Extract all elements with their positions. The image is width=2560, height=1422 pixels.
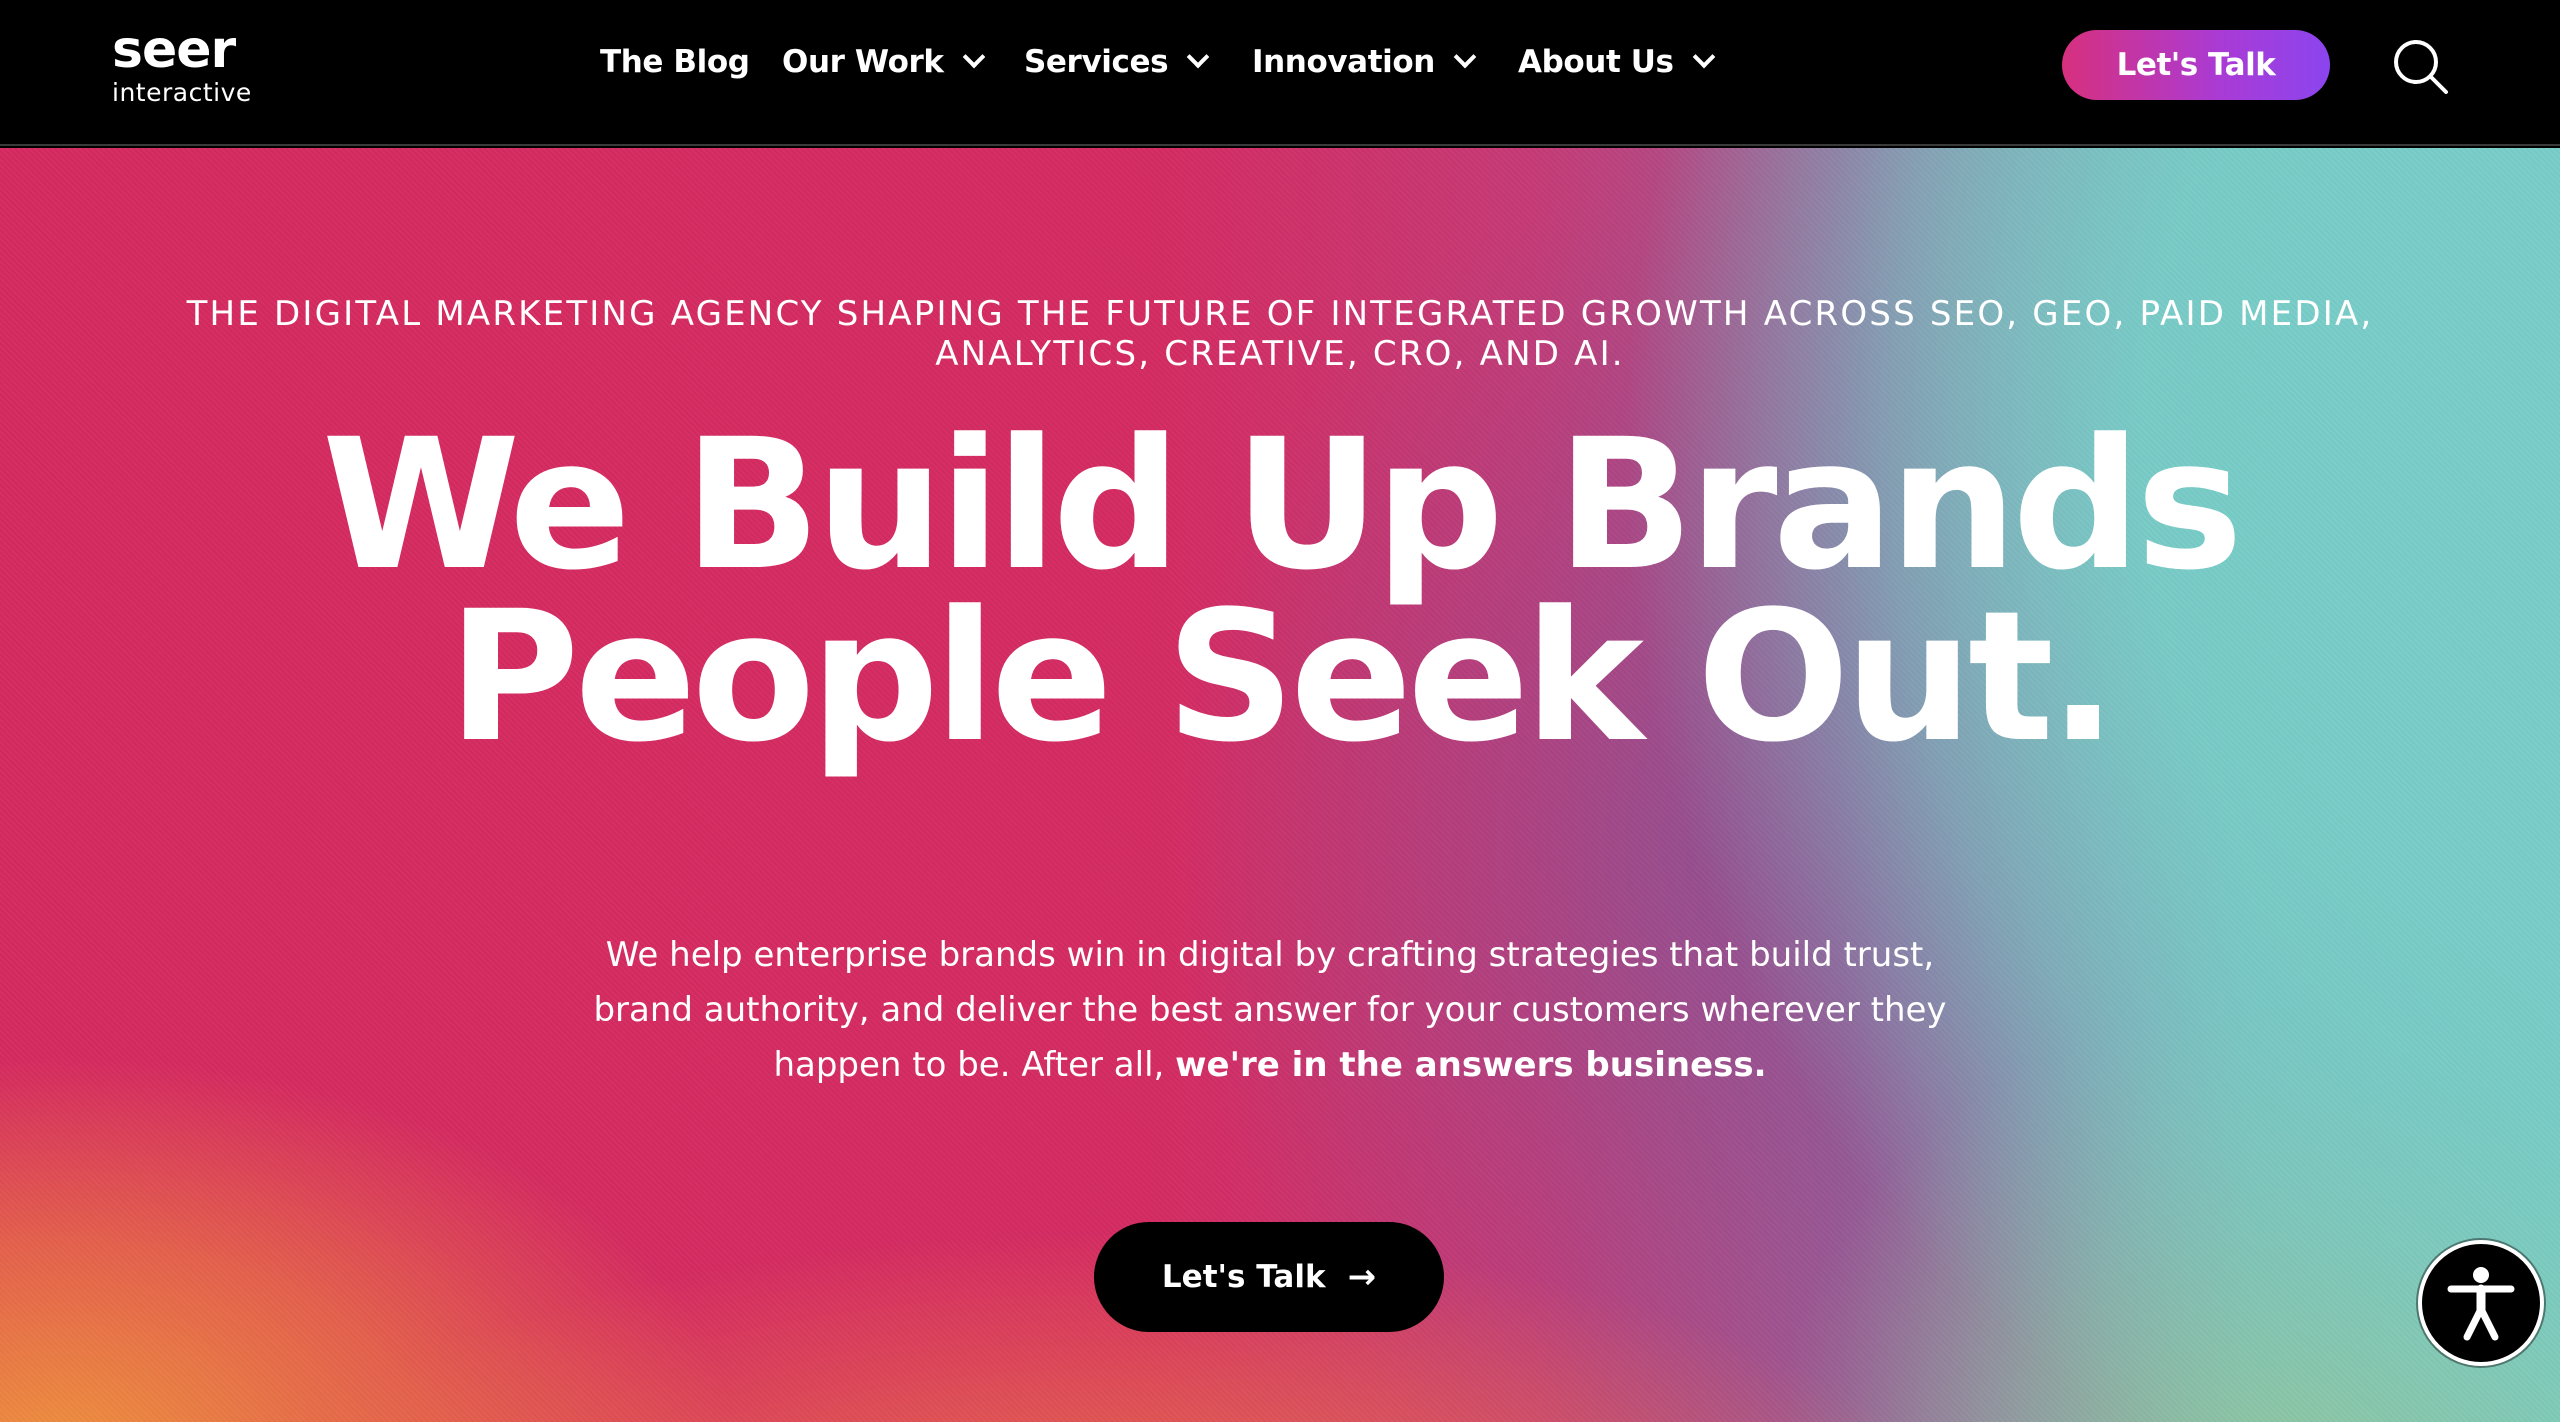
nav-item-about-us[interactable]: About Us bbox=[1518, 40, 1715, 84]
hero-description: We help enterprise brands win in digital… bbox=[580, 928, 1960, 1093]
nav-item-our-work[interactable]: Our Work bbox=[782, 40, 985, 84]
nav-item-services[interactable]: Services bbox=[1024, 40, 1210, 84]
chevron-down-icon bbox=[1186, 45, 1210, 69]
nav-item-label: The Blog bbox=[600, 44, 750, 80]
search-icon[interactable] bbox=[2390, 36, 2452, 98]
nav-item-label: Our Work bbox=[782, 44, 944, 80]
nav-item-the-blog[interactable]: The Blog bbox=[600, 40, 750, 84]
nav-item-label: Services bbox=[1024, 44, 1169, 80]
chevron-down-icon bbox=[962, 45, 985, 69]
headline-line-2: People Seek Out. bbox=[447, 573, 2118, 782]
nav-item-innovation[interactable]: Innovation bbox=[1252, 40, 1477, 84]
logo-wordmark: seer bbox=[112, 20, 236, 80]
arrow-right-icon: → bbox=[1347, 1257, 1377, 1297]
hero-description-emphasis: we're in the answers business. bbox=[1175, 1045, 1767, 1085]
hero-eyebrow: The digital marketing agency shaping the… bbox=[186, 294, 2374, 374]
logo[interactable]: seer interactive bbox=[112, 24, 252, 105]
site-header: seer interactive The Blog Our Work Servi… bbox=[0, 0, 2560, 146]
nav-item-label: About Us bbox=[1518, 44, 1674, 80]
chevron-down-icon bbox=[1692, 45, 1715, 69]
headline-line-1: We Build Up Brands bbox=[321, 401, 2243, 610]
nav-item-label: Innovation bbox=[1252, 44, 1435, 80]
header-lets-talk-button[interactable]: Let's Talk bbox=[2062, 30, 2330, 100]
accessibility-icon bbox=[2447, 1267, 2515, 1341]
chevron-down-icon bbox=[1453, 45, 1477, 69]
accessibility-button[interactable] bbox=[2418, 1240, 2544, 1366]
hero-headline: We Build Up Brands People Seek Out. bbox=[0, 401, 2560, 782]
hero-lets-talk-button[interactable]: Let's Talk → bbox=[1094, 1222, 1444, 1332]
hero-section: The digital marketing agency shaping the… bbox=[0, 148, 2560, 1422]
logo-subtitle: interactive bbox=[112, 78, 252, 107]
hero-cta-label: Let's Talk bbox=[1161, 1259, 1326, 1295]
